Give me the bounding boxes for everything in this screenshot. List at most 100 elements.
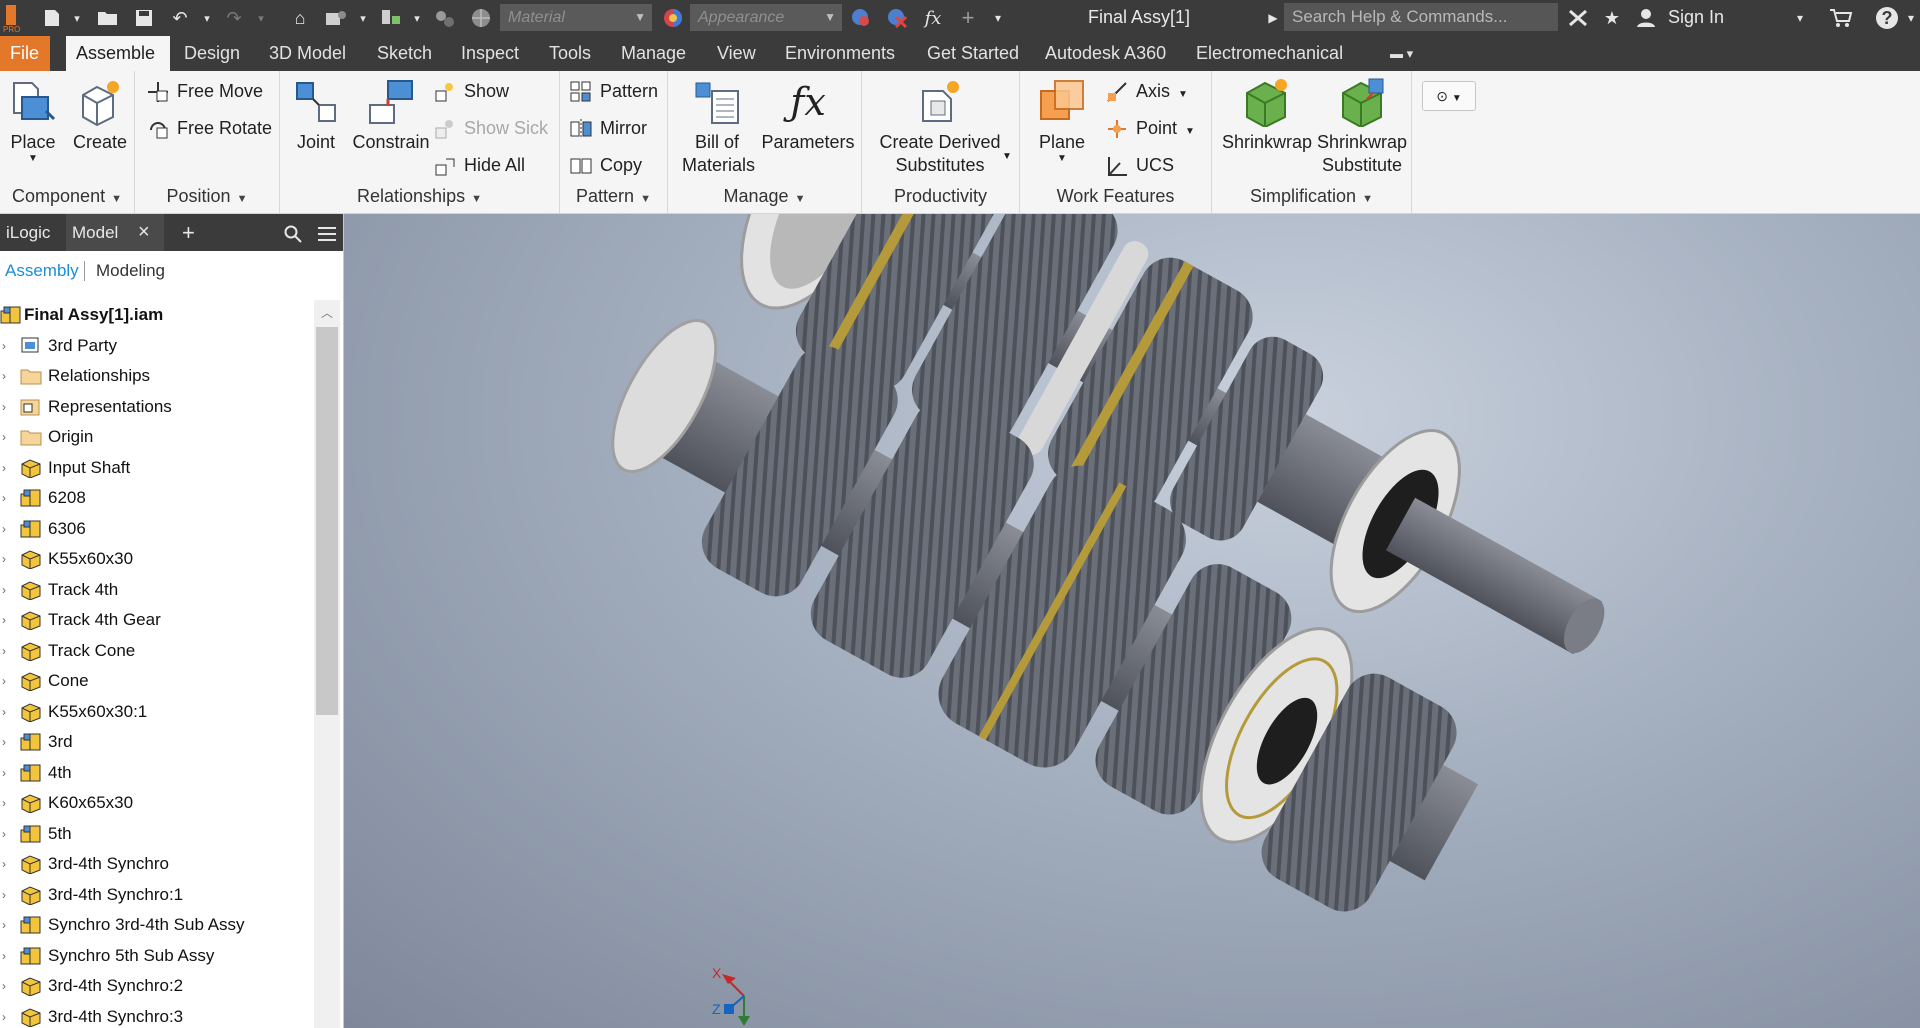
appearance-sphere-icon[interactable] bbox=[660, 6, 686, 30]
select-mode-icon[interactable] bbox=[378, 6, 406, 30]
binoculars-icon[interactable] bbox=[1566, 6, 1590, 30]
create-derived-substitutes-button[interactable]: Create Derived Substitutes bbox=[872, 77, 1008, 177]
modeling-mode-link[interactable]: Modeling bbox=[96, 251, 165, 291]
expand-chevron-icon[interactable]: › bbox=[2, 788, 12, 818]
panel-title-position[interactable]: Position ▼ bbox=[135, 186, 279, 207]
panel-title-component[interactable]: Component ▼ bbox=[0, 186, 134, 207]
point-button[interactable]: Point ▼ bbox=[1106, 114, 1195, 142]
open-folder-icon[interactable] bbox=[96, 6, 120, 30]
ucs-button[interactable]: UCS bbox=[1106, 151, 1174, 179]
close-icon[interactable]: × bbox=[138, 214, 150, 251]
undo-dropdown-icon[interactable]: ▾ bbox=[200, 6, 214, 30]
help-dropdown-icon[interactable]: ▾ bbox=[1904, 6, 1918, 30]
panel-title-simplification[interactable]: Simplification ▼ bbox=[1212, 186, 1411, 207]
search-expand-icon[interactable]: ▶ bbox=[1266, 6, 1280, 30]
ribbon-display-toggle-icon[interactable]: ▬ ▾ bbox=[1380, 36, 1423, 71]
free-rotate-button[interactable]: Free Rotate bbox=[147, 114, 272, 142]
expand-chevron-icon[interactable]: › bbox=[2, 819, 12, 849]
free-move-button[interactable]: Free Move bbox=[147, 77, 263, 105]
tab-sketch[interactable]: Sketch bbox=[367, 36, 442, 71]
shrinkwrap-button[interactable]: Shrinkwrap bbox=[1222, 77, 1312, 154]
new-file-icon[interactable] bbox=[40, 6, 64, 30]
help-search-input[interactable]: Search Help & Commands... bbox=[1284, 3, 1558, 31]
expand-chevron-icon[interactable]: › bbox=[2, 666, 12, 696]
expand-chevron-icon[interactable]: › bbox=[2, 910, 12, 940]
tab-inspect[interactable]: Inspect bbox=[451, 36, 529, 71]
expand-chevron-icon[interactable]: › bbox=[2, 544, 12, 574]
save-icon[interactable] bbox=[132, 6, 156, 30]
shrinkwrap-substitute-button[interactable]: Shrinkwrap Substitute bbox=[1316, 77, 1408, 177]
tab-3d-model[interactable]: 3D Model bbox=[259, 36, 356, 71]
tab-file[interactable]: File bbox=[0, 36, 50, 71]
hamburger-menu-icon[interactable] bbox=[312, 214, 340, 251]
hide-all-button[interactable]: Hide All bbox=[434, 151, 525, 179]
scroll-up-icon[interactable]: ︿ bbox=[316, 304, 338, 324]
expand-chevron-icon[interactable]: › bbox=[2, 331, 12, 361]
pattern-button[interactable]: Pattern bbox=[570, 77, 658, 105]
expand-chevron-icon[interactable]: › bbox=[2, 575, 12, 605]
expand-chevron-icon[interactable]: › bbox=[2, 697, 12, 727]
expand-chevron-icon[interactable]: › bbox=[2, 849, 12, 879]
redo-icon[interactable]: ↷ bbox=[222, 6, 246, 30]
panel-title-pattern[interactable]: Pattern ▼ bbox=[560, 186, 667, 207]
tab-design[interactable]: Design bbox=[174, 36, 250, 71]
favorites-star-icon[interactable]: ★ bbox=[1600, 6, 1624, 30]
tab-tools[interactable]: Tools bbox=[539, 36, 601, 71]
customize-qat-icon[interactable]: ▾ bbox=[990, 6, 1006, 30]
fx-parameters-icon[interactable]: fx bbox=[920, 6, 946, 30]
expand-chevron-icon[interactable]: › bbox=[2, 453, 12, 483]
tab-manage[interactable]: Manage bbox=[611, 36, 696, 71]
appearance-dropdown[interactable]: Appearance ▼ bbox=[690, 4, 842, 31]
tab-electromechanical[interactable]: Electromechanical bbox=[1186, 36, 1353, 71]
tab-autodesk-a360[interactable]: Autodesk A360 bbox=[1035, 36, 1176, 71]
expand-chevron-icon[interactable]: › bbox=[2, 422, 12, 452]
material-dropdown[interactable]: Material ▼ bbox=[500, 4, 652, 31]
copy-button[interactable]: Copy bbox=[570, 151, 642, 179]
create-button[interactable]: Create bbox=[70, 77, 130, 154]
expand-chevron-icon[interactable]: › bbox=[2, 758, 12, 788]
expand-chevron-icon[interactable]: › bbox=[2, 971, 12, 1001]
plus-icon[interactable]: + bbox=[956, 5, 980, 30]
plane-button[interactable]: Plane ▼ bbox=[1032, 77, 1092, 164]
select-dropdown-icon[interactable]: ▾ bbox=[410, 6, 424, 30]
adjust-appearance-icon[interactable] bbox=[848, 6, 874, 30]
parameters-button[interactable]: ƒx Parameters bbox=[758, 77, 858, 154]
panel-title-relationships[interactable]: Relationships ▼ bbox=[280, 186, 559, 207]
place-button[interactable]: Place ▼ bbox=[4, 77, 62, 164]
update-dropdown-icon[interactable]: ▾ bbox=[356, 6, 370, 30]
axis-button[interactable]: Axis ▼ bbox=[1106, 77, 1188, 105]
expand-chevron-icon[interactable]: › bbox=[2, 880, 12, 910]
expand-chevron-icon[interactable]: › bbox=[2, 727, 12, 757]
expand-chevron-icon[interactable]: › bbox=[2, 605, 12, 635]
graphics-viewport[interactable]: X Z Y bbox=[344, 214, 1920, 1028]
tab-model[interactable]: Model × bbox=[66, 214, 164, 251]
expand-chevron-icon[interactable]: › bbox=[2, 1002, 12, 1028]
show-sick-button[interactable]: Show Sick bbox=[434, 114, 548, 142]
expand-chevron-icon[interactable]: › bbox=[2, 392, 12, 422]
new-dropdown-icon[interactable]: ▾ bbox=[70, 6, 84, 30]
undo-icon[interactable]: ↶ bbox=[168, 6, 192, 30]
tab-get-started[interactable]: Get Started bbox=[917, 36, 1029, 71]
tab-environments[interactable]: Environments bbox=[775, 36, 905, 71]
point-dropdown-icon[interactable]: ▼ bbox=[1185, 126, 1195, 137]
expand-chevron-icon[interactable]: › bbox=[2, 636, 12, 666]
cds-dropdown-icon[interactable]: ▼ bbox=[1002, 151, 1012, 162]
color-override-icon[interactable] bbox=[432, 6, 458, 30]
panel-title-manage[interactable]: Manage ▼ bbox=[668, 186, 861, 207]
place-dropdown-icon[interactable]: ▼ bbox=[4, 154, 62, 164]
joint-button[interactable]: Joint bbox=[288, 77, 344, 154]
update-icon[interactable] bbox=[322, 6, 350, 30]
expand-chevron-icon[interactable]: › bbox=[2, 483, 12, 513]
redo-dropdown-icon[interactable]: ▾ bbox=[254, 6, 268, 30]
clear-appearance-icon[interactable] bbox=[884, 6, 910, 30]
bill-of-materials-button[interactable]: Bill of Materials bbox=[682, 77, 755, 177]
axis-dropdown-icon[interactable]: ▼ bbox=[1178, 89, 1188, 100]
home-icon[interactable]: ⌂ bbox=[288, 6, 312, 30]
sign-in-dropdown-icon[interactable]: ▾ bbox=[1792, 6, 1808, 30]
tab-view[interactable]: View bbox=[707, 36, 766, 71]
tab-assemble[interactable]: Assemble bbox=[66, 36, 170, 71]
gearbox-model[interactable]: X Z Y bbox=[344, 214, 1920, 1028]
user-icon[interactable] bbox=[1634, 6, 1658, 30]
cart-icon[interactable] bbox=[1828, 6, 1854, 30]
expand-chevron-icon[interactable]: › bbox=[2, 941, 12, 971]
